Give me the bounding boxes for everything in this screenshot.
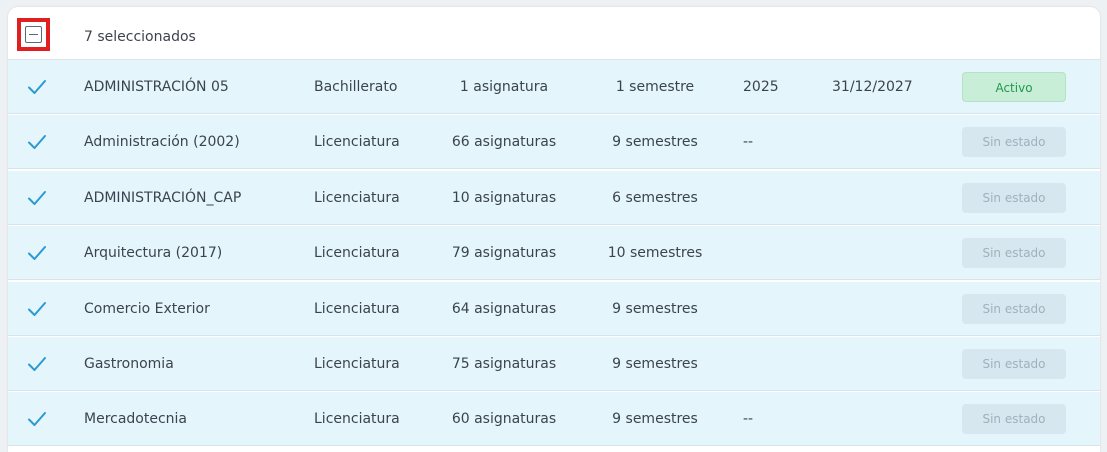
row-checkbox[interactable] <box>25 392 49 446</box>
program-name: ADMINISTRACIÓN 05 <box>84 79 229 95</box>
programs-table: 7 seleccionados ADMINISTRACIÓN 05 Bachill… <box>8 7 1100 452</box>
row-checkbox[interactable] <box>25 115 49 169</box>
subjects-count: 60 asignaturas <box>451 411 557 428</box>
table-row[interactable]: ADMINISTRACIÓN_CAP Licenciatura 10 asignat… <box>8 170 1100 225</box>
program-level: Licenciatura <box>314 189 400 206</box>
checkmark-icon <box>28 135 46 150</box>
select-all-checkbox[interactable] <box>25 26 42 43</box>
table-row[interactable]: Arquitectura (2017) Licenciatura 79 asigna… <box>8 226 1100 281</box>
checkmark-icon <box>28 412 46 427</box>
subjects-count: 75 asignaturas <box>451 356 557 372</box>
indeterminate-dash-icon <box>29 34 38 35</box>
row-checkbox[interactable] <box>25 60 49 114</box>
table-row[interactable]: Administración (2002) Licenciatura 66 asig… <box>8 115 1100 170</box>
program-level: Licenciatura <box>314 356 400 372</box>
program-name: Comercio Exterior <box>84 300 210 317</box>
semesters-count: 9 semestres <box>612 134 698 151</box>
checkmark-icon <box>28 80 46 94</box>
select-all-highlight <box>17 18 50 51</box>
semesters-count: 10 semestres <box>607 245 703 262</box>
semesters-count: 6 semestres <box>612 189 698 206</box>
table-header: 7 seleccionados <box>8 7 1100 60</box>
subjects-count: 1 asignatura <box>459 79 549 95</box>
row-checkbox[interactable] <box>25 282 49 336</box>
checkmark-icon <box>28 190 46 205</box>
table-row[interactable]: Comercio Exterior Licenciatura 64 asignatu… <box>8 281 1100 336</box>
subjects-count: 66 asignaturas <box>451 134 557 151</box>
semesters-count: 9 semestres <box>612 411 698 428</box>
program-year: 2025 <box>743 79 779 95</box>
row-checkbox[interactable] <box>25 226 49 280</box>
program-year: -- <box>743 134 754 151</box>
status-badge: Sin estado <box>962 404 1066 435</box>
semesters-count: 9 semestres <box>612 356 698 372</box>
program-level: Bachillerato <box>314 79 398 95</box>
subjects-count: 79 asignaturas <box>451 245 557 262</box>
table-row[interactable]: Gastronomia Licenciatura 75 asignaturas 9 s… <box>8 337 1100 391</box>
program-name: Administración (2002) <box>84 134 240 151</box>
program-name: Arquitectura (2017) <box>84 245 223 262</box>
selected-count-label: 7 seleccionados <box>84 29 196 45</box>
program-level: Licenciatura <box>314 411 400 428</box>
subjects-count: 64 asignaturas <box>451 300 557 317</box>
status-badge: Sin estado <box>962 293 1066 324</box>
checkmark-icon <box>28 357 46 371</box>
program-name: ADMINISTRACIÓN_CAP <box>84 189 242 206</box>
program-end-date: 31/12/2027 <box>832 79 913 95</box>
checkmark-icon <box>28 246 46 261</box>
status-badge: Sin estado <box>962 238 1066 269</box>
semesters-count: 9 semestres <box>612 300 698 317</box>
status-badge: Activo <box>962 72 1066 102</box>
table-row[interactable]: Mercadotecnia Licenciatura 60 asignaturas 9… <box>8 392 1100 447</box>
status-badge: Sin estado <box>962 127 1066 158</box>
subjects-count: 10 asignaturas <box>451 189 557 206</box>
row-checkbox[interactable] <box>25 171 49 225</box>
program-level: Licenciatura <box>314 245 400 262</box>
program-name: Mercadotecnia <box>84 411 188 428</box>
semesters-count: 1 semestre <box>615 79 695 95</box>
row-checkbox[interactable] <box>25 337 49 391</box>
checkmark-icon <box>28 301 46 316</box>
program-level: Licenciatura <box>314 300 400 317</box>
table-row[interactable]: ADMINISTRACIÓN 05 Bachillerato 1 asignatur… <box>8 60 1100 114</box>
program-level: Licenciatura <box>314 134 400 151</box>
status-badge: Sin estado <box>962 182 1066 213</box>
status-badge: Sin estado <box>962 349 1066 379</box>
program-name: Gastronomia <box>84 356 174 372</box>
program-year: -- <box>743 411 754 428</box>
